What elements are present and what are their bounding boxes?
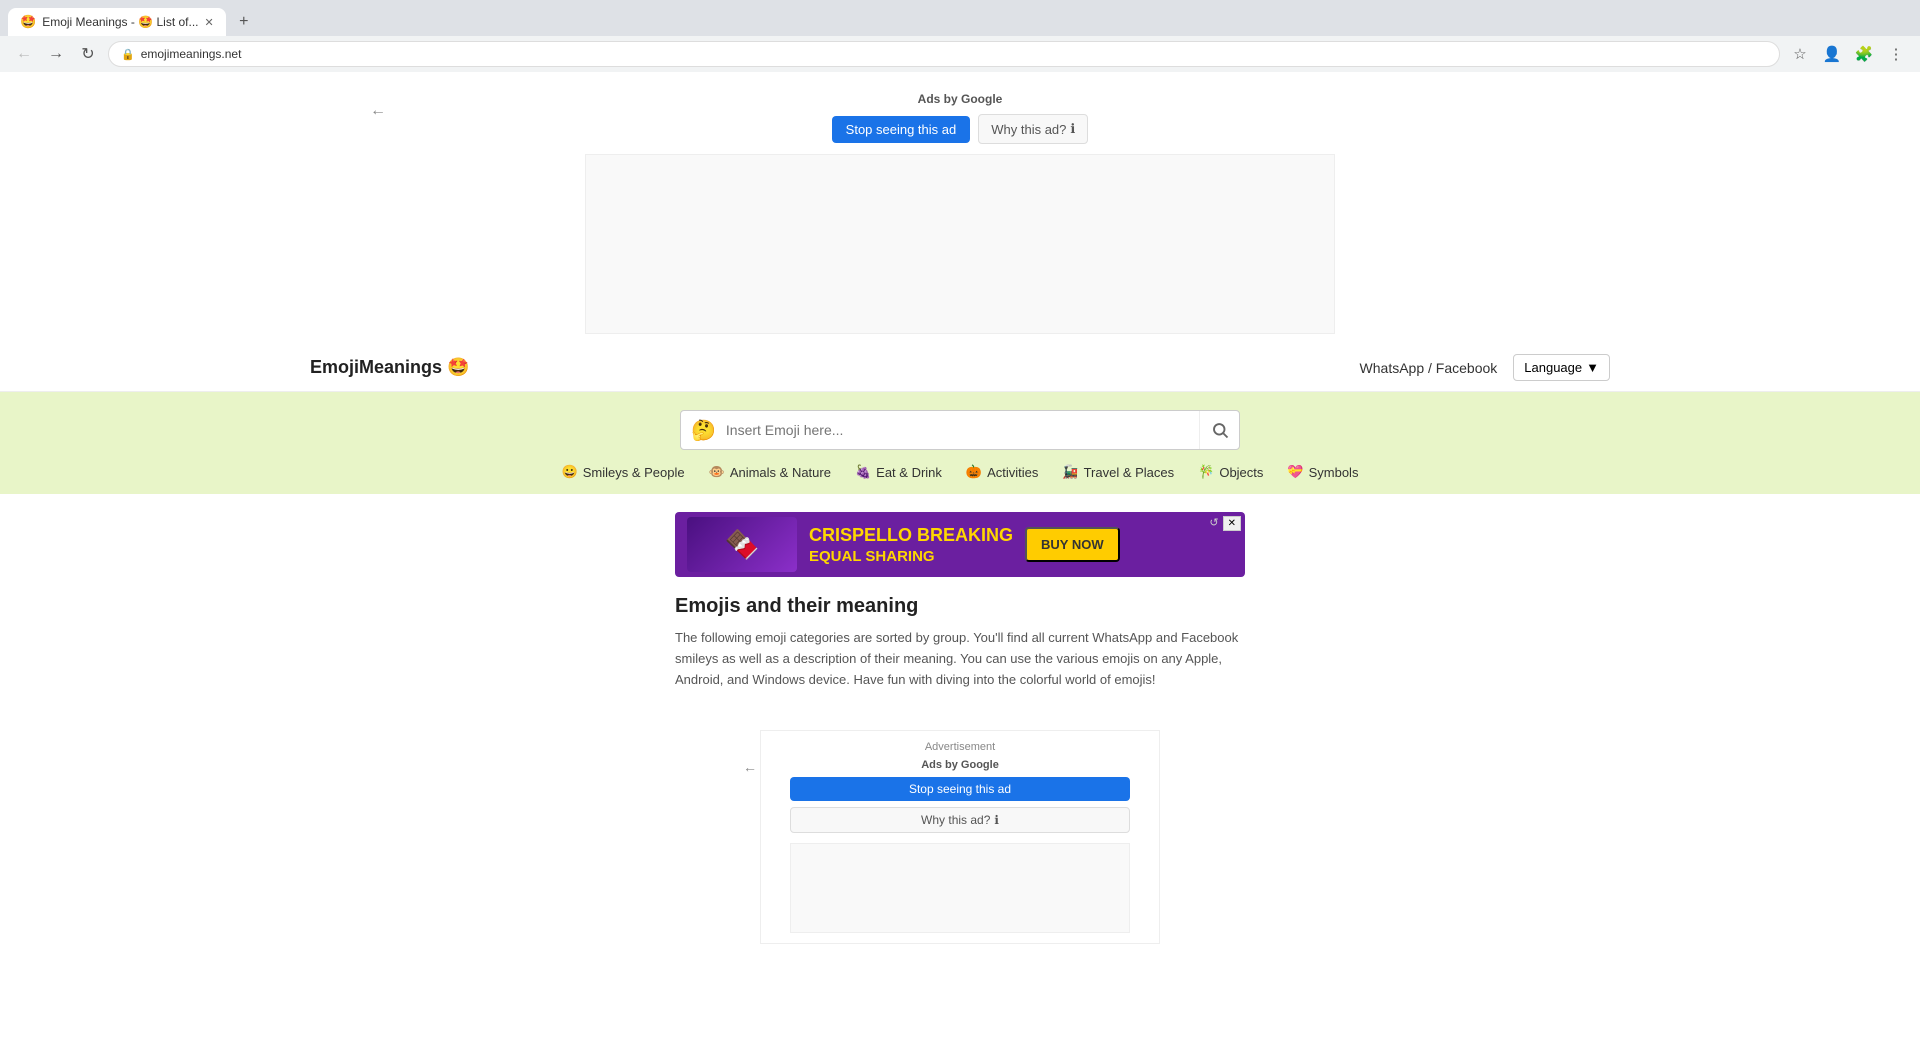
- tab-title: Emoji Meanings - 🤩 List of...: [42, 15, 198, 29]
- bottom-stop-seeing-button[interactable]: Stop seeing this ad: [790, 777, 1130, 801]
- advertisement-label: Advertisement: [925, 741, 995, 753]
- language-arrow: ▼: [1586, 360, 1599, 375]
- header-right: WhatsApp / Facebook Language ▼: [1360, 354, 1610, 381]
- bottom-ad-back-arrow[interactable]: ←: [743, 759, 757, 775]
- category-nav: 😀 Smileys & People 🐵 Animals & Nature 🍇 …: [562, 464, 1359, 480]
- bottom-info-icon: ℹ: [994, 813, 999, 827]
- banner-ad-controls: ↺ ✕: [1209, 516, 1241, 531]
- smileys-emoji: 😀: [562, 464, 578, 480]
- top-ad-back-arrow[interactable]: ←: [370, 102, 386, 120]
- category-objects[interactable]: 🎋 Objects: [1198, 464, 1263, 480]
- address-bar[interactable]: 🔒 emojimeanings.net: [108, 41, 1780, 67]
- top-ad-placeholder: [585, 154, 1335, 334]
- forward-button[interactable]: →: [44, 42, 68, 66]
- banner-ad-text-block: CRISPELLO BREAKING EQUAL SHARING: [809, 525, 1013, 565]
- symbols-emoji: 💝: [1287, 464, 1303, 480]
- tab-close-button[interactable]: ✕: [205, 16, 214, 29]
- page-content: ← Ads by Google Stop seeing this ad Why …: [0, 72, 1920, 1040]
- browser-toolbar: ← → ↻ 🔒 emojimeanings.net ☆ 👤 🧩 ⋮: [0, 36, 1920, 72]
- objects-label: Objects: [1219, 465, 1263, 480]
- toolbar-actions: ☆ 👤 🧩 ⋮: [1788, 42, 1908, 66]
- activities-label: Activities: [987, 465, 1038, 480]
- symbols-label: Symbols: [1309, 465, 1359, 480]
- why-this-ad-button[interactable]: Why this ad? ℹ: [978, 114, 1088, 144]
- info-icon: ℹ: [1070, 121, 1075, 137]
- extensions-button[interactable]: 🧩: [1852, 42, 1876, 66]
- back-button[interactable]: ←: [12, 42, 36, 66]
- banner-ad-close-button[interactable]: ✕: [1223, 516, 1241, 531]
- active-tab[interactable]: 🤩 Emoji Meanings - 🤩 List of... ✕: [8, 8, 226, 36]
- travel-label: Travel & Places: [1084, 465, 1175, 480]
- banner-ad-cta-button[interactable]: BUY NOW: [1025, 527, 1120, 562]
- stop-seeing-ad-button[interactable]: Stop seeing this ad: [832, 116, 971, 143]
- ads-by-prefix: Ads by: [918, 92, 961, 106]
- main-banner-ad: ↺ ✕ 🍫 CRISPELLO BREAKING EQUAL SHARING B…: [675, 512, 1245, 577]
- objects-emoji: 🎋: [1198, 464, 1214, 480]
- tab-bar: 🤩 Emoji Meanings - 🤩 List of... ✕ +: [0, 0, 1920, 36]
- eat-emoji: 🍇: [855, 464, 871, 480]
- bottom-why-label: Why this ad?: [921, 813, 990, 827]
- search-section: 🤔 😀 Smileys & People 🐵 Animals & Nature …: [0, 392, 1920, 494]
- banner-ad-reload-icon[interactable]: ↺: [1209, 516, 1218, 531]
- page-description: The following emoji categories are sorte…: [675, 628, 1245, 690]
- avatar-button[interactable]: 👤: [1820, 42, 1844, 66]
- language-button[interactable]: Language ▼: [1513, 354, 1610, 381]
- bottom-ad-container: ← Advertisement Ads by Google Stop seein…: [760, 730, 1160, 944]
- site-header: EmojiMeanings 🤩 WhatsApp / Facebook Lang…: [0, 344, 1920, 392]
- category-animals[interactable]: 🐵 Animals & Nature: [709, 464, 831, 480]
- activities-emoji: 🎃: [966, 464, 982, 480]
- search-button[interactable]: [1199, 410, 1239, 450]
- top-ad-buttons: Stop seeing this ad Why this ad? ℹ: [832, 114, 1089, 144]
- bookmark-button[interactable]: ☆: [1788, 42, 1812, 66]
- google-brand: Google: [961, 92, 1002, 106]
- category-eat-drink[interactable]: 🍇 Eat & Drink: [855, 464, 942, 480]
- category-symbols[interactable]: 💝 Symbols: [1287, 464, 1358, 480]
- category-travel[interactable]: 🚂 Travel & Places: [1062, 464, 1174, 480]
- bottom-ad-placeholder: [790, 843, 1130, 933]
- search-input[interactable]: [726, 422, 1199, 438]
- search-bar: 🤔: [680, 410, 1240, 450]
- language-label: Language: [1524, 360, 1582, 375]
- why-this-ad-label: Why this ad?: [991, 122, 1066, 137]
- animals-label: Animals & Nature: [730, 465, 831, 480]
- search-bar-emoji: 🤔: [681, 418, 726, 443]
- eat-label: Eat & Drink: [876, 465, 942, 480]
- browser-chrome: 🤩 Emoji Meanings - 🤩 List of... ✕ + ← → …: [0, 0, 1920, 72]
- page-title: Emojis and their meaning: [675, 595, 1245, 618]
- banner-ad-content: 🍫 CRISPELLO BREAKING EQUAL SHARING BUY N…: [675, 517, 1245, 572]
- reload-button[interactable]: ↻: [76, 42, 100, 66]
- category-smileys[interactable]: 😀 Smileys & People: [562, 464, 685, 480]
- bottom-google-brand: Google: [961, 759, 999, 771]
- bottom-why-this-ad-button[interactable]: Why this ad? ℹ: [790, 807, 1130, 833]
- site-logo[interactable]: EmojiMeanings 🤩: [310, 357, 469, 378]
- banner-ad-title: CRISPELLO BREAKING: [809, 525, 1013, 546]
- banner-ad-subtitle: EQUAL SHARING: [809, 548, 1013, 565]
- top-ad-area: ← Ads by Google Stop seeing this ad Why …: [0, 72, 1920, 344]
- url-text: emojimeanings.net: [141, 47, 242, 61]
- bottom-ads-by-google: Ads by Google: [921, 759, 999, 771]
- tab-emoji: 🤩: [20, 14, 36, 30]
- bottom-ads-prefix: Ads by: [921, 759, 961, 771]
- main-content: Emojis and their meaning The following e…: [675, 595, 1245, 710]
- animals-emoji: 🐵: [709, 464, 725, 480]
- banner-ad-product-emoji: 🍫: [725, 528, 760, 561]
- menu-button[interactable]: ⋮: [1884, 42, 1908, 66]
- new-tab-button[interactable]: +: [230, 8, 258, 36]
- smileys-label: Smileys & People: [583, 465, 685, 480]
- travel-emoji: 🚂: [1062, 464, 1078, 480]
- whatsapp-facebook-link[interactable]: WhatsApp / Facebook: [1360, 360, 1498, 376]
- lock-icon: 🔒: [121, 48, 135, 61]
- category-activities[interactable]: 🎃 Activities: [966, 464, 1038, 480]
- top-ads-by-google: Ads by Google: [918, 92, 1003, 106]
- banner-ad-image: 🍫: [687, 517, 797, 572]
- search-icon: [1211, 421, 1229, 439]
